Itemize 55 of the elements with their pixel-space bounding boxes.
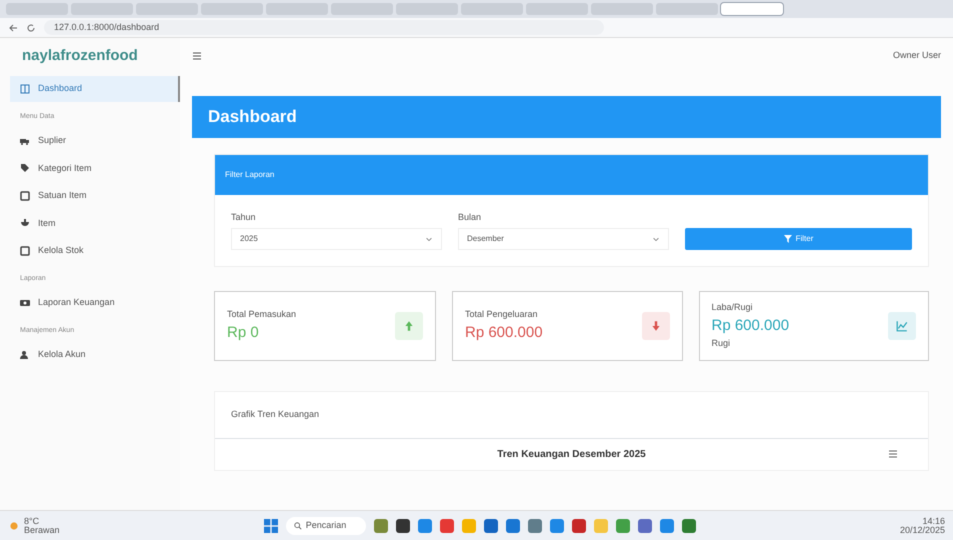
- sidebar-item[interactable]: Suplier: [10, 128, 180, 154]
- sidebar-item[interactable]: Dashboard: [10, 76, 180, 102]
- sidebar-item[interactable]: Kelola Stok: [10, 238, 180, 264]
- stat-label: Total Pemasukan: [227, 308, 296, 321]
- browser-tab[interactable]: [721, 3, 783, 15]
- chevron-down-icon: [652, 235, 660, 243]
- card-header: Filter Laporan: [215, 154, 928, 194]
- stat-value: Rp 600.000: [464, 322, 543, 342]
- taskbar-search[interactable]: Pencarian: [286, 516, 366, 534]
- taskbar-app-icon[interactable]: [572, 518, 586, 532]
- arrow-down-icon: [650, 320, 662, 332]
- sidebar-item[interactable]: Kategori Item: [10, 156, 180, 181]
- sun-icon: [8, 520, 20, 532]
- reload-icon: [26, 22, 36, 32]
- money-icon: [20, 298, 30, 308]
- select-field[interactable]: 2025: [231, 228, 442, 250]
- user-name[interactable]: Owner User: [892, 49, 941, 63]
- arrow-up-icon: [402, 320, 415, 332]
- field-label: Bulan: [458, 210, 482, 224]
- page-title: Dashboard: [192, 96, 941, 138]
- taskbar-app-icon[interactable]: [484, 518, 498, 532]
- stat-note: Rugi: [712, 337, 732, 350]
- clock-date: 20/12/2025: [900, 526, 945, 534]
- stat-label: Laba/Rugi: [712, 301, 754, 314]
- select-field[interactable]: Desember: [458, 228, 669, 250]
- address-bar[interactable]: 127.0.0.1:8000/dashboard: [44, 20, 604, 36]
- chart-title: Tren Keuangan Desember 2025: [497, 448, 646, 462]
- weather-temperature: 8°C: [24, 516, 40, 526]
- stat-label: Total Pengeluaran: [464, 308, 539, 321]
- stat-value: Rp 600.000: [712, 316, 790, 336]
- bowl-icon: [20, 218, 30, 228]
- sidebar-item[interactable]: Laporan Keuangan: [10, 290, 180, 316]
- tag-icon: [20, 163, 30, 174]
- brand-logo: naylafrozenfood: [21, 46, 139, 66]
- search-icon: [294, 522, 302, 530]
- funnel-icon: [784, 235, 792, 243]
- chart-icon: [896, 320, 908, 332]
- stat-value: Rp 0: [227, 322, 260, 342]
- sidebar-item[interactable]: Item: [10, 210, 180, 236]
- sidebar-item[interactable]: Kelola Akun: [10, 342, 180, 368]
- grid-icon: [20, 84, 30, 94]
- taskbar-app-icon[interactable]: [396, 518, 410, 532]
- box-icon: [20, 246, 30, 256]
- field-label: Tahun: [231, 210, 257, 224]
- start-icon: [264, 518, 278, 532]
- users-icon: [20, 350, 30, 360]
- menu-icon: [888, 449, 898, 459]
- chevron-down-icon: [425, 235, 433, 243]
- menu-icon: [192, 51, 202, 61]
- card-header: Grafik Tren Keuangan: [215, 392, 928, 438]
- sidebar-item[interactable]: Satuan Item: [10, 183, 180, 208]
- clock-time: 14:16: [921, 516, 945, 526]
- box-icon: [20, 190, 30, 201]
- back-arrow-icon: [8, 22, 18, 32]
- weather-condition: Berawan: [24, 526, 60, 534]
